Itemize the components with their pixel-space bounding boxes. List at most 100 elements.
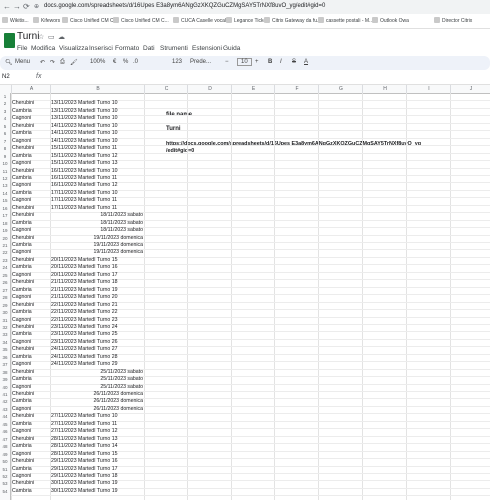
row-number[interactable]: 34 xyxy=(0,339,10,346)
cell-b[interactable]: 28/11/2023 Martedì Turno 15 xyxy=(50,451,144,458)
cell-a[interactable]: Cherubini xyxy=(11,413,50,420)
cell-a[interactable]: Cambria xyxy=(11,421,50,428)
cloud-status-icon[interactable]: ☁ xyxy=(58,33,65,41)
cell-b[interactable]: 23/11/2023 Martedì Turno 26 xyxy=(50,339,144,346)
column-header-d[interactable]: D xyxy=(187,85,232,93)
cell-b[interactable]: 13/11/2023 Martedì Turno 10 xyxy=(50,108,144,115)
cell-b[interactable]: 17/11/2023 Martedì Turno 11 xyxy=(50,205,144,212)
column-header-g[interactable]: G xyxy=(318,85,363,93)
row-number[interactable]: 19 xyxy=(0,227,10,234)
cell-a[interactable]: Cherubini xyxy=(11,205,50,212)
cell-a[interactable]: Cagnoni xyxy=(11,317,50,324)
cell-a[interactable]: Cambria xyxy=(11,108,50,115)
cell-b[interactable]: 20/11/2023 Martedì Turno 16 xyxy=(50,264,144,271)
bold-button[interactable]: B xyxy=(268,59,272,65)
column-header-j[interactable]: J xyxy=(450,85,490,93)
cell-a[interactable]: Cagnoni xyxy=(11,361,50,368)
cell-b[interactable] xyxy=(50,93,144,100)
cell-b[interactable]: 15/11/2023 Martedì Turno 13 xyxy=(50,160,144,167)
bookmark-item[interactable]: Legance Ticket xyxy=(226,17,268,24)
row-number[interactable]: 28 xyxy=(0,294,10,301)
cell-b[interactable]: 18/11/2023 sabato xyxy=(50,212,144,219)
cell-a[interactable]: Cagnoni xyxy=(11,115,50,122)
redo-icon[interactable]: ↷ xyxy=(50,59,55,66)
cell-a[interactable]: Cagnoni xyxy=(11,182,50,189)
cell-a[interactable]: Cherubini xyxy=(11,369,50,376)
cell-a[interactable]: Cherubini xyxy=(11,458,50,465)
cell-b[interactable]: 25/11/2023 sabato xyxy=(50,369,144,376)
cell-b[interactable]: 22/11/2023 Martedì Turno 23 xyxy=(50,317,144,324)
cell-b[interactable]: 19/11/2023 domenica xyxy=(50,249,144,256)
font-size-decrease-button[interactable]: − xyxy=(225,59,229,65)
cell-a[interactable]: Cherubini xyxy=(11,346,50,353)
cell-b[interactable]: 20/11/2023 Martedì Turno 15 xyxy=(50,257,144,264)
cell-a[interactable]: Cambria xyxy=(11,130,50,137)
row-number[interactable]: 15 xyxy=(0,197,10,204)
zoom-select[interactable]: 100% xyxy=(90,59,105,65)
bookmark-item[interactable]: CUCA Caselle vocali xyxy=(173,17,227,24)
row-number[interactable]: 14 xyxy=(0,190,10,197)
bookmark-item[interactable]: Cisco Unified CM C... xyxy=(113,17,169,24)
cell-b[interactable]: 26/11/2023 domenica xyxy=(50,398,144,405)
cell-a[interactable]: Cambria xyxy=(11,466,50,473)
italic-button[interactable]: I xyxy=(280,59,282,65)
cell-a[interactable]: Cherubini xyxy=(11,436,50,443)
paint-format-icon[interactable]: 🖌︎ xyxy=(70,59,78,66)
cell-a[interactable]: Cherubini xyxy=(11,391,50,398)
text-color-button[interactable]: A xyxy=(304,59,308,65)
row-number[interactable]: 10 xyxy=(0,160,10,167)
row-number[interactable]: 39 xyxy=(0,376,10,383)
row-number[interactable]: 7 xyxy=(0,138,10,145)
cell-b[interactable]: 29/11/2023 Martedì Turno 17 xyxy=(50,466,144,473)
column-header-i[interactable]: I xyxy=(406,85,451,93)
cell-a[interactable]: Cherubini xyxy=(11,324,50,331)
row-number[interactable]: 16 xyxy=(0,205,10,212)
row-number[interactable]: 47 xyxy=(0,436,10,443)
cell-a[interactable]: Cherubini xyxy=(11,100,50,107)
cell-b[interactable]: 16/11/2023 Martedì Turno 12 xyxy=(50,182,144,189)
cell-b[interactable]: 28/11/2023 Martedì Turno 13 xyxy=(50,436,144,443)
cell-b[interactable]: 17/11/2023 Martedì Turno 10 xyxy=(50,190,144,197)
row-number[interactable]: 29 xyxy=(0,302,10,309)
cell-a[interactable]: Cagnoni xyxy=(11,294,50,301)
cell-a[interactable]: Cambria xyxy=(11,220,50,227)
cell-a[interactable]: Cagnoni xyxy=(11,227,50,234)
row-number[interactable]: 37 xyxy=(0,361,10,368)
row-number[interactable]: 8 xyxy=(0,145,10,152)
row-number[interactable]: 25 xyxy=(0,272,10,279)
menu-item-visualizza[interactable]: Visualizza xyxy=(59,45,88,52)
cell-b[interactable]: 24/11/2023 Martedì Turno 27 xyxy=(50,346,144,353)
undo-icon[interactable]: ↶ xyxy=(40,59,45,66)
reload-icon[interactable]: ⟳ xyxy=(23,2,30,12)
cell-b[interactable]: 16/11/2023 Martedì Turno 10 xyxy=(50,168,144,175)
cell-a[interactable]: Cambria xyxy=(11,190,50,197)
cell-a[interactable]: Cambria xyxy=(11,264,50,271)
cell-b[interactable]: 25/11/2023 sabato xyxy=(50,384,144,391)
row-number[interactable]: 32 xyxy=(0,324,10,331)
cell-b[interactable]: 21/11/2023 Martedì Turno 19 xyxy=(50,287,144,294)
row-number[interactable]: 9 xyxy=(0,153,10,160)
percent-format-button[interactable]: % xyxy=(123,59,128,65)
cell-b[interactable]: 16/11/2023 Martedì Turno 11 xyxy=(50,175,144,182)
column-header-c[interactable]: C xyxy=(144,85,188,93)
row-number[interactable]: 33 xyxy=(0,331,10,338)
column-header-a[interactable]: A xyxy=(11,85,51,93)
cell-a[interactable]: Cagnoni xyxy=(11,406,50,413)
cell-b[interactable]: 15/11/2023 Martedì Turno 12 xyxy=(50,153,144,160)
row-number[interactable]: 22 xyxy=(0,249,10,256)
search-menus-icon[interactable]: 🔍︎ xyxy=(5,59,13,66)
cell-a[interactable]: Cambria xyxy=(11,443,50,450)
cell-b[interactable]: 24/11/2023 Martedì Turno 29 xyxy=(50,361,144,368)
column-header-e[interactable]: E xyxy=(231,85,275,93)
column-header-b[interactable]: B xyxy=(50,85,145,93)
cell-b[interactable]: 30/11/2023 Martedì Turno 19 xyxy=(50,480,144,487)
bookmark-item[interactable]: Director Citrix xyxy=(434,17,472,24)
forward-icon[interactable]: → xyxy=(13,2,21,12)
row-number[interactable]: 5 xyxy=(0,123,10,130)
cell-a[interactable]: Cagnoni xyxy=(11,473,50,480)
cell-b[interactable]: 14/11/2023 Martedì Turno 10 xyxy=(50,130,144,137)
cell-a[interactable]: Cagnoni xyxy=(11,138,50,145)
row-number[interactable]: 41 xyxy=(0,391,10,398)
font-select[interactable]: Prede... xyxy=(190,59,211,65)
row-number[interactable]: 38 xyxy=(0,369,10,376)
